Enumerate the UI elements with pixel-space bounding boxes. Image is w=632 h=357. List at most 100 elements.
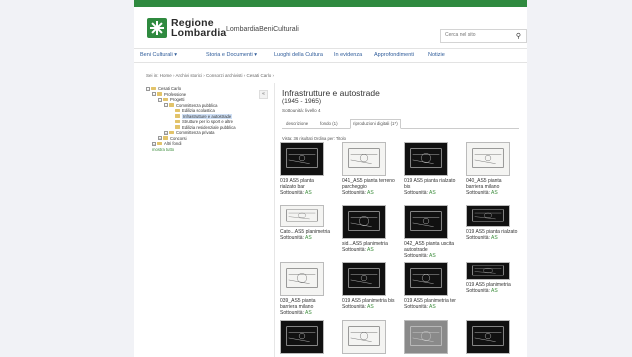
caption-unit-line: Sottounità: AS — [466, 190, 527, 196]
caption-unit-label: Sottounità: — [466, 235, 492, 241]
unit-badge: AS — [429, 253, 436, 259]
folder-icon — [169, 130, 174, 135]
expand-node-icon[interactable]: + — [164, 130, 168, 135]
thumbnail-caption[interactable]: 019 AS5 planimetria bis Sottounità: AS — [342, 298, 404, 310]
top-color-bar — [134, 0, 527, 7]
tree-node-label[interactable]: Committenza privata — [176, 130, 214, 135]
nav-notizie[interactable]: Notizie — [428, 52, 445, 58]
expand-node-icon[interactable]: + — [158, 136, 162, 140]
collapse-tree-button[interactable]: « — [259, 90, 268, 99]
nav-approfondimenti[interactable]: Approfondimenti — [374, 52, 414, 58]
drawing-thumbnail[interactable] — [404, 205, 448, 239]
thumbnail-caption[interactable]: sid...AS5 planimetria Sottounità: AS — [342, 241, 404, 253]
tree-node-label[interactable]: Edilizia scolastica — [182, 108, 215, 113]
caption-unit-label: Sottounità: — [466, 190, 492, 196]
folder-icon — [157, 92, 162, 96]
drawing-thumbnail[interactable] — [342, 262, 386, 296]
results-toolbar[interactable]: Vista: 36 risultati Ordina per: Titolo — [282, 136, 346, 141]
tab-riproduzioni-digitali[interactable]: riproduzioni digitali (1*) — [350, 119, 401, 129]
brand-name[interactable]: Regione Lombardia — [171, 18, 227, 39]
tree-node[interactable]: mostra tutto — [146, 147, 264, 153]
caption-unit-label: Sottounità: — [466, 288, 492, 294]
thumbnail-caption[interactable]: 039_AS5 pianta barriera milano Sottounità:… — [280, 298, 342, 316]
thumbnail-caption[interactable]: 019 AS5 pianta rialzato bis Sottounità: AS — [404, 178, 466, 196]
drawing-thumbnail[interactable] — [280, 142, 324, 176]
drawing-thumbnail[interactable] — [466, 320, 510, 354]
collapse-node-icon[interactable]: - — [158, 97, 162, 102]
site-name[interactable]: LombardiaBeniCulturali — [226, 26, 299, 33]
tree-node-label[interactable]: Strutture per lo sport e altre — [182, 119, 233, 124]
drawing-thumbnail[interactable] — [342, 142, 386, 176]
unit-badge: AS — [491, 288, 498, 294]
lombardia-rose-icon[interactable] — [147, 18, 167, 38]
thumbnail-caption[interactable]: 042_AS5 pianta uscita autostrade Sottounit… — [404, 241, 466, 259]
unit-badge: AS — [367, 247, 374, 253]
drawing-thumbnail[interactable] — [342, 205, 386, 239]
tree-node-label[interactable]: Progetti — [170, 97, 184, 102]
drawing-thumbnail[interactable] — [466, 205, 510, 227]
search-input[interactable] — [445, 32, 509, 38]
thumbnail-caption[interactable]: 041_AS5 pianta terreno parcheggio Sottouni… — [342, 178, 404, 196]
caption-unit-line: Sottounità: AS — [342, 247, 404, 253]
magnifier-icon[interactable]: ⚲ — [516, 32, 521, 40]
drawing-thumbnail[interactable] — [466, 142, 510, 176]
folder-icon — [151, 86, 156, 91]
nav-in-evidenza[interactable]: In evidenza — [334, 52, 362, 58]
caption-unit-label: Sottounità: — [404, 190, 430, 196]
thumbnail-caption[interactable]: 019 AS5 planta rialzato bar Sottounità: AS — [280, 178, 342, 196]
unit-badge: AS — [305, 190, 312, 196]
expand-node-icon[interactable]: + — [152, 141, 156, 146]
folder-icon — [175, 114, 180, 118]
unit-badge: AS — [367, 190, 374, 196]
tree-node-label[interactable]: Committenza pubblica — [176, 103, 217, 108]
tree-node-label[interactable]: Professione — [164, 92, 186, 97]
thumbnail-caption[interactable]: 019 AS5 planimetria ter Sottounità: AS — [404, 298, 466, 310]
nav-beni-culturali[interactable]: Beni Culturali ▾ — [140, 52, 177, 58]
thumbnail-caption[interactable]: 040_AS5 pianta barriera milano Sottounità:… — [466, 178, 527, 196]
collapse-node-icon[interactable]: - — [152, 92, 156, 96]
nav-luoghi-cultura[interactable]: Luoghi della Cultura — [274, 52, 323, 58]
thumbnail-caption[interactable]: Cato...AS5 planimetria Sottounità: AS — [280, 229, 342, 241]
caption-unit-label: Sottounità: — [342, 247, 368, 253]
drawing-thumbnail[interactable] — [280, 205, 324, 227]
tab-fondo[interactable]: fondo (1) — [318, 120, 340, 127]
drawing-thumbnail[interactable] — [404, 262, 448, 296]
folder-icon — [163, 97, 168, 102]
breadcrumb[interactable]: Sei in: Home › Archivi storici › Consorz… — [146, 73, 274, 78]
caption-unit-line: Sottounità: AS — [280, 310, 342, 316]
drawing-thumbnail[interactable] — [404, 320, 448, 354]
tree-node-label[interactable]: Cesati Carlo — [158, 86, 181, 91]
folder-icon — [169, 103, 174, 107]
caption-unit-line: Sottounità: AS — [280, 235, 342, 241]
tree-node-label[interactable]: mostra tutto — [152, 147, 174, 152]
main-navigation: Beni Culturali ▾ Storia e Documenti ▾ Lu… — [134, 48, 527, 63]
drawing-thumbnail[interactable] — [280, 262, 324, 296]
drawing-thumbnail[interactable] — [466, 262, 510, 280]
collapse-node-icon[interactable]: - — [146, 86, 150, 91]
tree-node-label[interactable]: Infrastrutture e autostrade — [182, 113, 233, 119]
caption-unit-label: Sottounità: — [342, 190, 368, 196]
drawing-thumbnail[interactable] — [342, 320, 386, 354]
drawing-thumbnail[interactable] — [404, 142, 448, 176]
thumbnail-caption[interactable]: 019 AS5 planimetria Sottounità: AS — [466, 282, 527, 294]
caption-unit-line: Sottounità: AS — [404, 190, 466, 196]
collapse-node-icon[interactable]: - — [164, 103, 168, 107]
tree-node-label[interactable]: Edilizia residenziale pubblica — [182, 125, 236, 130]
nav-storia-documenti[interactable]: Storia e Documenti ▾ — [206, 52, 257, 58]
brand-line-2: Lombardia — [171, 27, 227, 39]
content-tabs: descrizione fondo (1) riproduzioni digit… — [282, 119, 519, 129]
unit-badge: AS — [491, 190, 498, 196]
caption-unit-label: Sottounità: — [280, 310, 306, 316]
content-dates: (1945 - 1965) — [282, 98, 322, 105]
search-box: ⚲ — [440, 29, 527, 43]
thumbnail-caption[interactable]: 019 AS5 pianta rialzato Sottounità: AS — [466, 229, 527, 241]
caption-unit-label: Sottounità: — [342, 304, 368, 310]
folder-icon — [175, 119, 180, 124]
drawing-thumbnail[interactable] — [280, 320, 324, 354]
tree-node-label[interactable]: Altri fondi — [164, 141, 181, 146]
caption-unit-line: Sottounità: AS — [466, 288, 527, 294]
caption-unit-line: Sottounità: AS — [342, 304, 404, 310]
tab-descrizione[interactable]: descrizione — [284, 120, 310, 127]
content-title: Infrastrutture e autostrade — [282, 88, 380, 98]
tree-node-label[interactable]: Concorsi — [170, 136, 187, 141]
